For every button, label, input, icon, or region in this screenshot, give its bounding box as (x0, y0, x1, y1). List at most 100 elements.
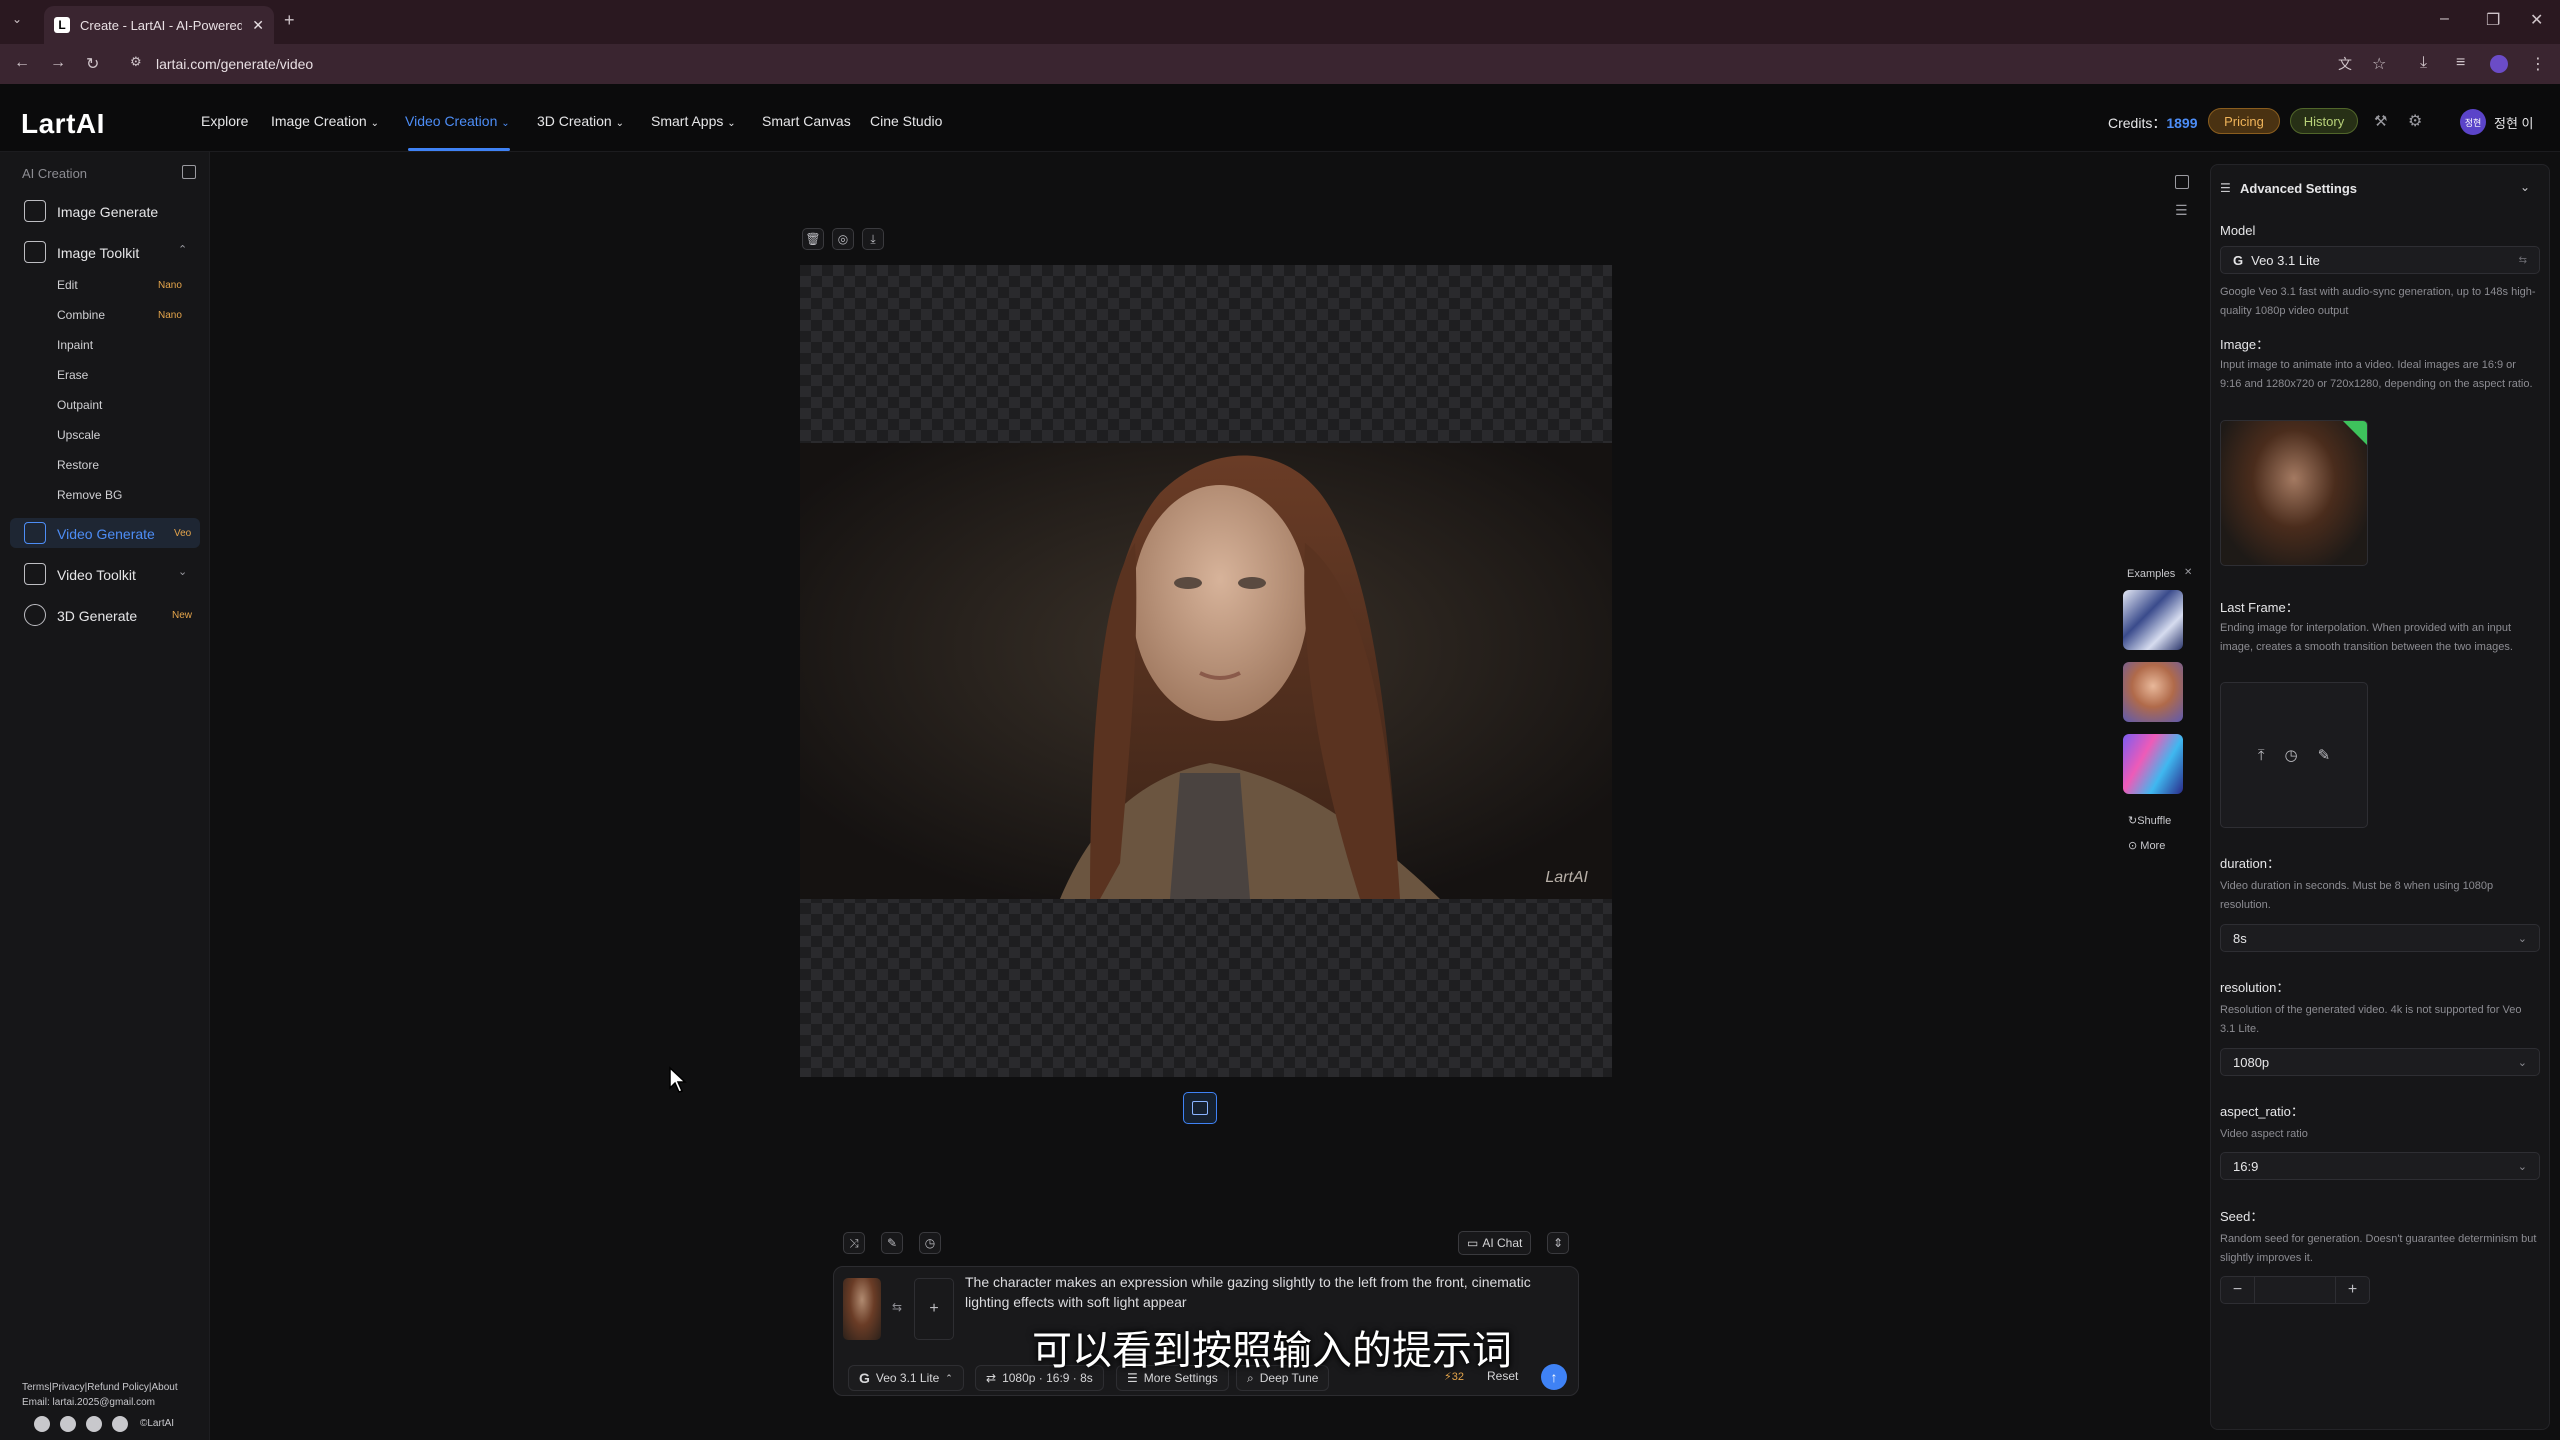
last-frame-description: Ending image for interpolation. When pro… (2220, 622, 2513, 653)
seed-decrement-button[interactable]: − (2221, 1277, 2255, 1303)
profile-icon[interactable] (2490, 55, 2508, 73)
social-youtube-icon[interactable] (60, 1416, 76, 1432)
nav-smart-apps-label: Smart Apps (651, 113, 724, 129)
translate-icon[interactable]: 文 (2338, 54, 2352, 74)
close-examples-icon[interactable]: ✕ (2184, 567, 2192, 578)
magic-icon[interactable]: ⚒ (2374, 112, 2387, 130)
gear-icon[interactable]: ⚙ (2408, 111, 2422, 131)
model-chip[interactable]: G Veo 3.1 Lite ⌃ (848, 1365, 964, 1391)
nav-image-creation-label: Image Creation (271, 113, 367, 129)
toolkit-item-edit[interactable]: Edit (57, 278, 78, 292)
url-field[interactable]: lartai.com/generate/video (156, 56, 313, 72)
input-image-slot[interactable] (2220, 420, 2368, 566)
aspect-ratio-select[interactable]: 16:9 ⌄ (2220, 1152, 2540, 1180)
nav-cine-studio[interactable]: Cine Studio (870, 113, 942, 129)
collapse-sidebar-icon[interactable] (182, 165, 196, 179)
resolution-select[interactable]: 1080p ⌄ (2220, 1048, 2540, 1076)
nav-smart-canvas[interactable]: Smart Canvas (762, 113, 851, 129)
swap-icon[interactable]: ⇆ (892, 1300, 902, 1314)
shuffle-prompt-icon[interactable]: ⤨ (843, 1232, 865, 1254)
maximize-icon[interactable]: ❐ (2486, 10, 2500, 30)
ai-chat-button[interactable]: ▭ AI Chat (1458, 1231, 1532, 1255)
chevron-down-icon: ⌄ (2517, 932, 2527, 945)
prompt-thumbnail[interactable] (843, 1278, 881, 1340)
toolkit-item-remove-bg[interactable]: Remove BG (57, 488, 122, 502)
collapse-panel-icon[interactable]: ⌄ (2520, 180, 2530, 194)
model-select[interactable]: G Veo 3.1 Lite ⇆ (2220, 246, 2540, 274)
toolkit-item-restore[interactable]: Restore (57, 458, 99, 472)
add-image-icon (1192, 1101, 1208, 1115)
layout-icon[interactable] (2175, 175, 2189, 189)
generated-image[interactable]: LartAI (800, 443, 1612, 899)
nav-smart-apps[interactable]: Smart Apps ⌄ (651, 113, 736, 129)
download-icon[interactable]: ⤓ (2420, 54, 2427, 72)
duration-select[interactable]: 8s ⌄ (2220, 924, 2540, 952)
toolkit-item-upscale[interactable]: Upscale (57, 428, 100, 442)
history-clock-icon[interactable]: ◷ (2284, 746, 2297, 764)
toolkit-item-combine[interactable]: Combine (57, 308, 105, 322)
sidebar-item-video-toolkit[interactable]: Video Toolkit (57, 567, 136, 583)
example-thumb-1[interactable] (2123, 590, 2183, 650)
example-thumb-3[interactable] (2123, 734, 2183, 794)
nav-explore[interactable]: Explore (201, 113, 248, 129)
sidebar-item-image-generate[interactable]: Image Generate (57, 204, 158, 220)
tab-close-icon[interactable]: ✕ (252, 17, 264, 34)
resolution-label: resolution： (2220, 980, 2290, 995)
submit-button[interactable]: ↑ (1541, 1364, 1567, 1390)
user-name[interactable]: 정현 이 (2494, 113, 2534, 132)
social-x-icon[interactable] (34, 1416, 50, 1432)
forward-icon[interactable]: → (50, 54, 66, 72)
browser-tab[interactable]: L Create - LartAI - AI-Powered C ✕ (44, 6, 274, 44)
aspect-ratio-description: Video aspect ratio (2220, 1128, 2308, 1140)
image-label: Image： (2220, 337, 2270, 352)
shuffle-button[interactable]: ↻Shuffle (2128, 814, 2171, 827)
footer-links[interactable]: Terms|Privacy|Refund Policy|About (22, 1382, 178, 1393)
model-label: Model (2220, 223, 2256, 238)
history-button[interactable]: History (2290, 108, 2358, 134)
expand-icon[interactable]: ⇕ (1547, 1232, 1569, 1254)
add-frame-button[interactable] (1183, 1092, 1217, 1124)
back-icon[interactable]: ← (14, 54, 30, 72)
media-icon[interactable]: ≡ (2456, 54, 2465, 72)
chevron-up-icon[interactable]: ⌃ (178, 243, 187, 256)
download-image-icon[interactable]: ⤓ (862, 228, 884, 250)
social-twitter-icon[interactable] (112, 1416, 128, 1432)
bookmark-star-icon[interactable]: ☆ (2372, 54, 2386, 74)
sidebar-item-image-toolkit[interactable]: Image Toolkit (57, 245, 139, 261)
pricing-button[interactable]: Pricing (2208, 108, 2280, 134)
nav-3d-creation[interactable]: 3D Creation ⌄ (537, 113, 624, 129)
toolkit-item-erase[interactable]: Erase (57, 368, 88, 382)
upload-icon[interactable]: ⤒ (2258, 747, 2265, 764)
tab-list-icon[interactable]: ⌄ (12, 12, 22, 26)
social-facebook-icon[interactable] (86, 1416, 102, 1432)
example-thumb-2[interactable] (2123, 662, 2183, 722)
site-info-icon[interactable]: ⚙ (130, 54, 142, 70)
last-frame-slot[interactable]: ⤒ ◷ ✎ (2220, 682, 2368, 828)
minimize-icon[interactable]: – (2440, 10, 2449, 28)
toolkit-item-inpaint[interactable]: Inpaint (57, 338, 93, 352)
prompt-input[interactable]: The character makes an expression while … (965, 1272, 1545, 1312)
toolkit-item-outpaint[interactable]: Outpaint (57, 398, 102, 412)
sidebar-section-title: AI Creation (22, 166, 88, 181)
edit-icon[interactable]: ✎ (2318, 746, 2331, 764)
list-icon[interactable]: ☰ (2175, 202, 2188, 219)
window-close-icon[interactable]: ✕ (2530, 10, 2543, 30)
new-tab-icon[interactable]: + (284, 10, 295, 31)
reset-view-icon[interactable]: ◎ (832, 228, 854, 250)
nav-video-creation[interactable]: Video Creation ⌄ (405, 113, 510, 129)
seed-increment-button[interactable]: + (2335, 1277, 2369, 1303)
sidebar-item-3d-generate[interactable]: 3D Generate (57, 608, 137, 624)
history-clock-icon[interactable]: ◷ (919, 1232, 941, 1254)
video-generate-icon (24, 522, 46, 544)
delete-icon[interactable]: 🗑 (802, 228, 824, 250)
reload-icon[interactable]: ↻ (86, 54, 99, 74)
chevron-down-icon[interactable]: ⌄ (178, 565, 187, 578)
magic-wand-icon[interactable]: ✎ (881, 1232, 903, 1254)
add-reference-button[interactable]: + (914, 1278, 954, 1340)
avatar[interactable]: 정현 (2460, 109, 2486, 135)
browser-menu-icon[interactable]: ⋮ (2530, 54, 2546, 74)
logo[interactable]: LartAI (21, 108, 105, 140)
nav-image-creation[interactable]: Image Creation ⌄ (271, 113, 379, 129)
more-button[interactable]: ⊙ More (2128, 839, 2165, 852)
google-icon: G (2233, 252, 2244, 268)
